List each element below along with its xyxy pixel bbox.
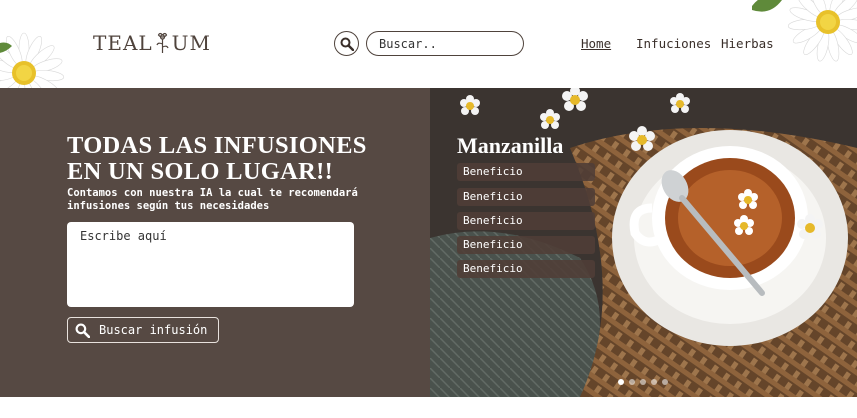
site-header: TEAL UM Home Infuciones Hierbas [0, 0, 857, 88]
carousel-dot-4[interactable] [651, 379, 657, 385]
carousel-dot-2[interactable] [629, 379, 635, 385]
benefit-item: Beneficio [457, 236, 595, 254]
site-logo[interactable]: TEAL UM [93, 31, 211, 55]
nav-infuciones[interactable]: Infuciones [636, 36, 711, 51]
hero-title: TODAS LAS INFUSIONES EN UN SOLO LUGAR!! [67, 132, 367, 185]
search-infusion-button[interactable]: Buscar infusión [67, 317, 219, 343]
search-icon [75, 323, 90, 338]
carousel-dot-1[interactable] [618, 379, 624, 385]
header-search-button[interactable] [334, 31, 359, 56]
benefit-item: Beneficio [457, 163, 595, 181]
nav-home[interactable]: Home [581, 36, 611, 51]
carousel-dot-3[interactable] [640, 379, 646, 385]
carousel-dot-5[interactable] [662, 379, 668, 385]
logo-text-left: TEAL [93, 31, 153, 55]
ai-query-textarea[interactable] [67, 222, 354, 307]
search-icon [340, 37, 354, 51]
page-bottom-strip [0, 397, 857, 418]
chamomile-decoration-right-icon [752, 0, 857, 62]
featured-herb-name: Manzanilla [457, 133, 564, 158]
flower-icon [156, 32, 169, 53]
chamomile-decoration-left-icon [0, 32, 65, 88]
hero-panel: TODAS LAS INFUSIONES EN UN SOLO LUGAR!! … [0, 88, 430, 397]
benefit-item: Beneficio [457, 212, 595, 230]
header-search-input[interactable] [366, 31, 524, 56]
benefit-item: Beneficio [457, 260, 595, 278]
carousel-indicators [618, 379, 668, 385]
search-infusion-label: Buscar infusión [99, 323, 208, 337]
logo-text-right: UM [171, 31, 212, 55]
hero-subtitle: Contamos con nuestra IA la cual te recom… [67, 187, 358, 212]
benefit-item: Beneficio [457, 188, 595, 206]
featured-carousel: Manzanilla Beneficio Beneficio Beneficio… [430, 88, 857, 397]
